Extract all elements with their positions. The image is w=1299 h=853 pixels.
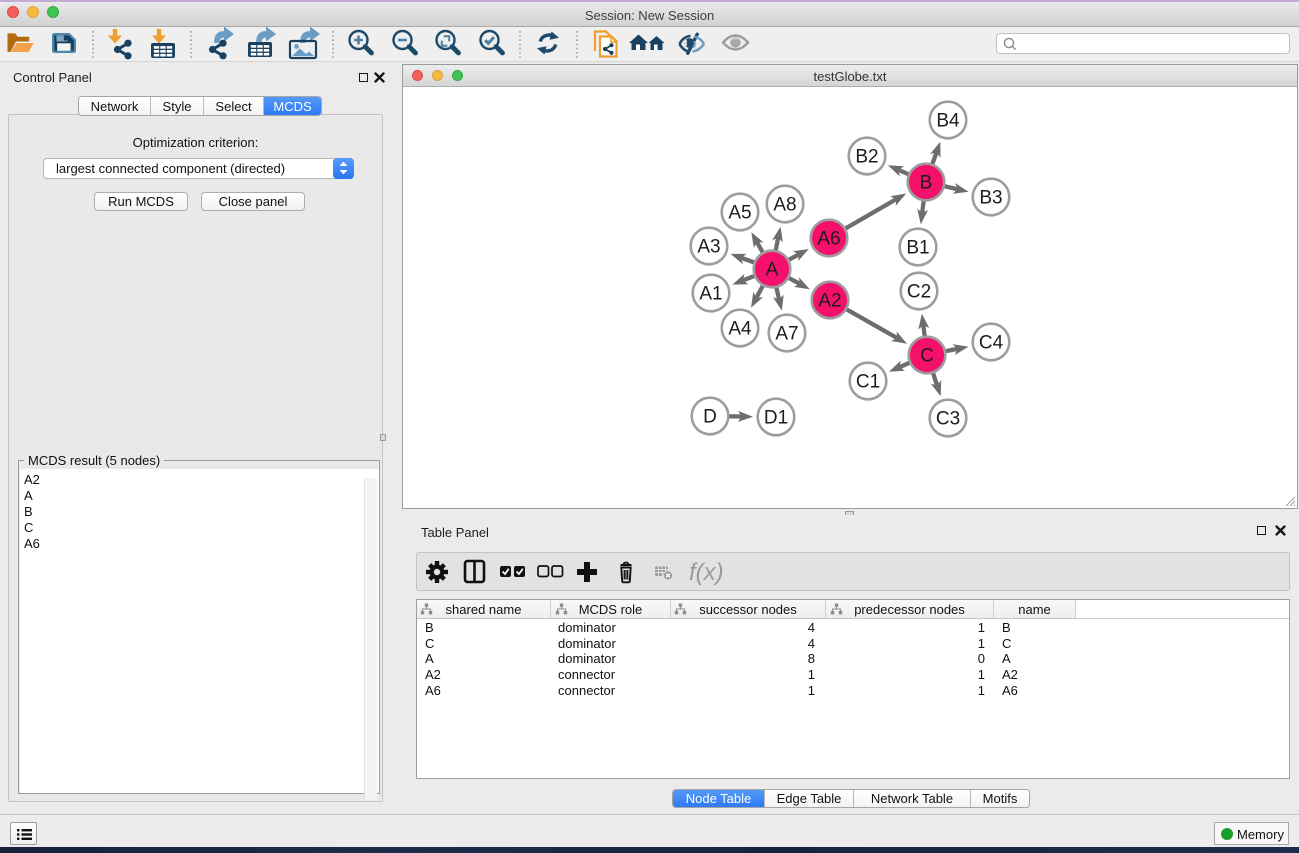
svg-text:D: D: [703, 407, 717, 428]
svg-text:A: A: [766, 260, 779, 281]
svg-text:A3: A3: [697, 237, 720, 258]
svg-text:A4: A4: [728, 319, 752, 340]
svg-text:A7: A7: [775, 324, 798, 345]
svg-text:C2: C2: [907, 282, 931, 303]
svg-text:A5: A5: [728, 203, 751, 224]
svg-text:D1: D1: [764, 408, 788, 429]
svg-text:C3: C3: [936, 409, 960, 430]
svg-text:C: C: [920, 346, 934, 367]
svg-text:B3: B3: [979, 188, 1002, 209]
svg-text:B1: B1: [906, 238, 929, 259]
svg-text:A1: A1: [699, 284, 722, 305]
svg-text:C1: C1: [856, 372, 880, 393]
svg-text:A8: A8: [773, 195, 796, 216]
svg-text:B: B: [920, 173, 933, 194]
svg-text:C4: C4: [979, 333, 1004, 354]
svg-text:A6: A6: [817, 229, 840, 250]
svg-text:f(x): f(x): [689, 559, 724, 586]
svg-text:B4: B4: [936, 111, 960, 132]
svg-text:B2: B2: [855, 147, 878, 168]
svg-text:A2: A2: [818, 291, 841, 312]
